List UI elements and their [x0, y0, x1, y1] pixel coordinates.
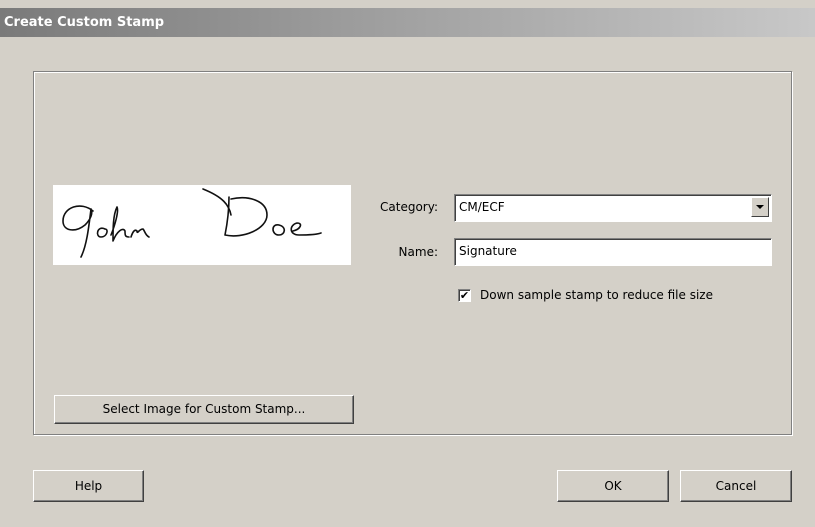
- stamp-image-preview: [53, 185, 351, 265]
- dialog-title: Create Custom Stamp: [4, 15, 165, 30]
- chevron-down-icon: [756, 205, 764, 209]
- category-label: Category:: [380, 200, 438, 214]
- dialog-title-bar: Create Custom Stamp: [0, 8, 815, 37]
- select-image-button[interactable]: Select Image for Custom Stamp...: [54, 395, 354, 424]
- category-select[interactable]: CM/ECF: [454, 194, 772, 222]
- category-dropdown-button[interactable]: [751, 197, 769, 217]
- check-icon: ✔: [459, 289, 470, 302]
- ok-button[interactable]: OK: [557, 470, 669, 502]
- downsample-label[interactable]: Down sample stamp to reduce file size: [480, 288, 713, 302]
- category-value: CM/ECF: [459, 200, 505, 214]
- name-field[interactable]: Signature: [454, 238, 772, 266]
- name-label: Name:: [398, 245, 438, 259]
- cancel-button[interactable]: Cancel: [680, 470, 792, 502]
- signature-image: [62, 188, 322, 258]
- name-value: Signature: [459, 244, 517, 258]
- help-button[interactable]: Help: [33, 470, 144, 502]
- downsample-checkbox[interactable]: ✔: [458, 289, 471, 302]
